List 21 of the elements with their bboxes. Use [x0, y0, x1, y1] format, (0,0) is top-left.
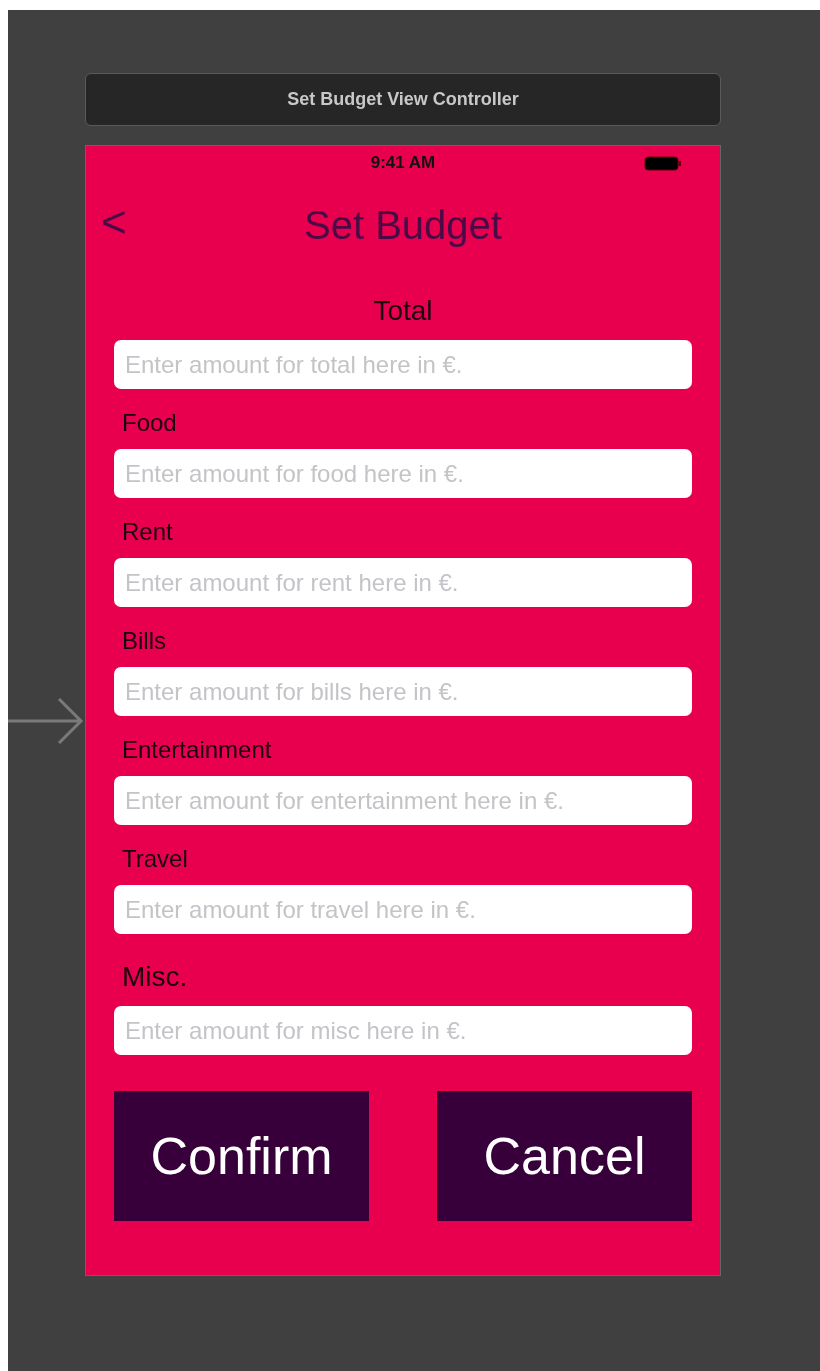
amount-field[interactable]: Enter amount for rent here in €. — [114, 558, 692, 607]
field-label: Food — [122, 408, 177, 438]
field-label: Entertainment — [122, 735, 272, 765]
confirm-button[interactable]: Confirm — [114, 1091, 369, 1221]
nav-title: Set Budget — [304, 202, 502, 249]
field-label: Misc. — [122, 960, 188, 994]
amount-field[interactable]: Enter amount for entertainment here in €. — [114, 776, 692, 825]
field-label: Travel — [122, 844, 188, 874]
status-time: 9:41 AM — [370, 152, 436, 175]
cancel-button[interactable]: Cancel — [437, 1091, 692, 1221]
field-label: Bills — [122, 626, 166, 656]
amount-field[interactable]: Enter amount for misc here in €. — [114, 1006, 692, 1055]
amount-field[interactable]: Enter amount for travel here in €. — [114, 885, 692, 934]
amount-field[interactable]: Enter amount for food here in €. — [114, 449, 692, 498]
amount-field[interactable]: Enter amount for total here in €. — [114, 340, 692, 389]
field-label: Total — [373, 294, 433, 328]
field-label: Rent — [122, 517, 173, 547]
scene-title: Set Budget View Controller — [287, 88, 519, 111]
amount-field[interactable]: Enter amount for bills here in €. — [114, 667, 692, 716]
battery-icon — [644, 156, 682, 171]
entry-arrow-icon — [8, 696, 84, 746]
